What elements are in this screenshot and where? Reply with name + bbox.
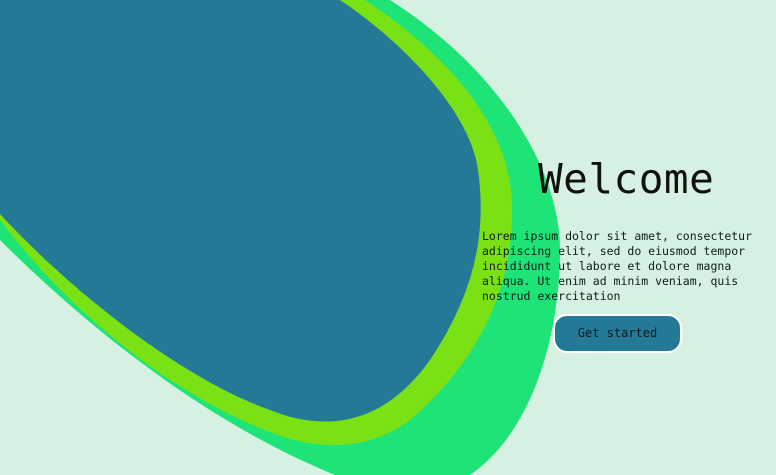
hero-description: Lorem ipsum dolor sit amet, consectetur … — [482, 229, 753, 303]
page-title: Welcome — [538, 155, 715, 203]
get-started-button[interactable]: Get started — [553, 314, 682, 353]
hero-section: Welcome Lorem ipsum dolor sit amet, cons… — [0, 0, 776, 475]
